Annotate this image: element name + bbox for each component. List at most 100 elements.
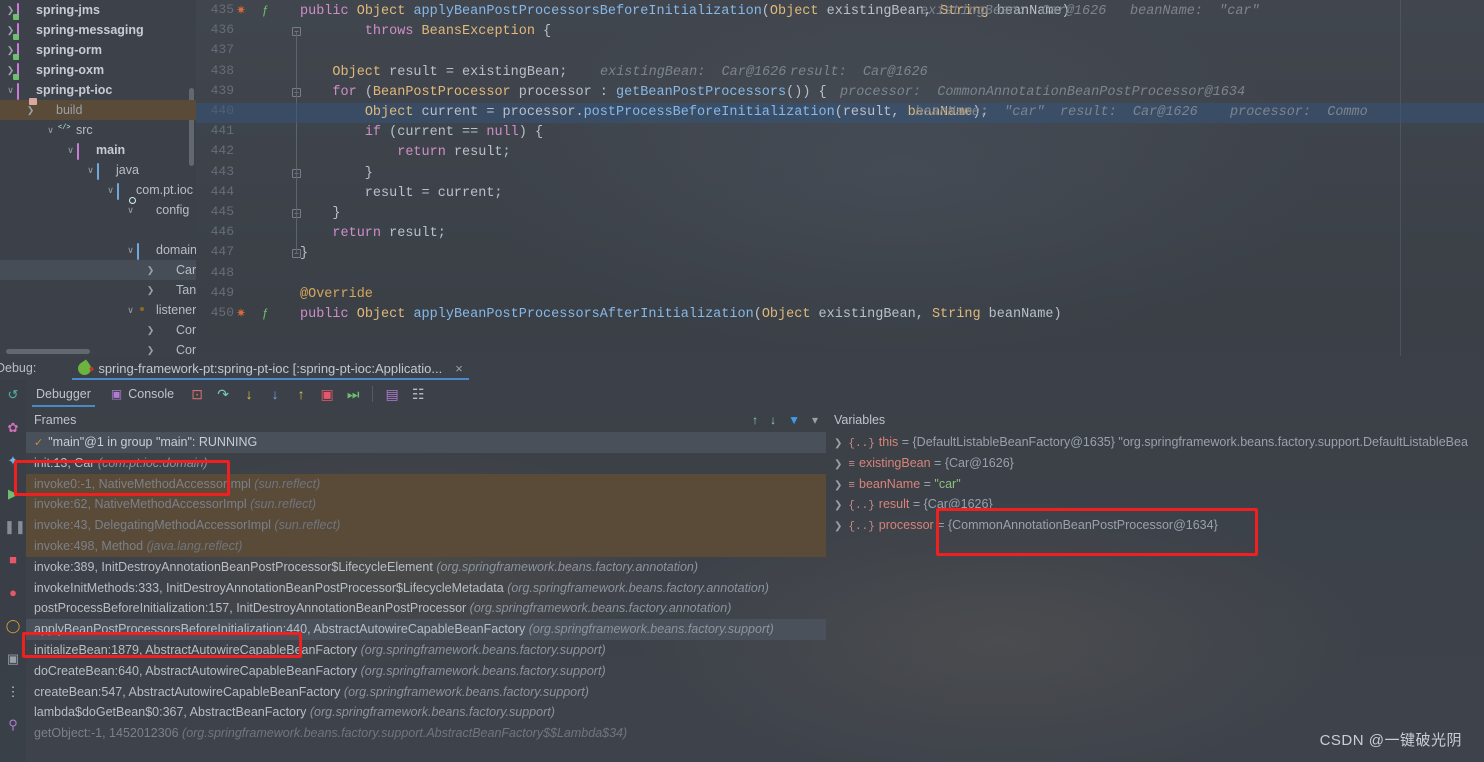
code-line[interactable]: }	[300, 204, 340, 224]
run-configuration-tab[interactable]: spring-framework-pt:spring-pt-ioc [:spri…	[72, 356, 469, 380]
tree-item-car[interactable]: ❯ Car	[0, 260, 196, 280]
close-icon[interactable]: ×	[455, 361, 463, 376]
variable-row[interactable]: ❯ ≡ existingBean = {Car@1626}	[826, 453, 1484, 474]
code-line[interactable]: return result;	[300, 224, 445, 244]
code-line[interactable]: }	[300, 244, 308, 264]
expression-icon[interactable]: ƒ	[262, 3, 269, 17]
chevron-right-icon[interactable]: ❯	[144, 345, 157, 356]
tree-item-src[interactable]: ∨ src	[0, 120, 196, 140]
evaluate-expression-icon[interactable]: ▤	[379, 380, 405, 408]
drop-frame-icon[interactable]: ▣	[314, 380, 340, 408]
frame-row[interactable]: initializeBean:1879, AbstractAutowireCap…	[26, 640, 826, 661]
run-to-cursor-icon[interactable]: ⏭	[340, 380, 366, 408]
chevron-down-icon[interactable]: ∨	[64, 145, 77, 156]
chevron-down-icon[interactable]: ∨	[84, 165, 97, 176]
resume-program-icon[interactable]: ▶	[4, 485, 22, 503]
variable-row[interactable]: ❯ {..} processor = {CommonAnnotationBeanPo…	[826, 515, 1484, 536]
code-line[interactable]: if (current == null) {	[300, 123, 543, 143]
code-editor[interactable]: 4354364374384394404414424434444454464474…	[196, 0, 1484, 356]
chevron-right-icon[interactable]: ❯	[834, 438, 842, 449]
tree-item-domain[interactable]: ∨ domain	[0, 240, 196, 260]
tree-item-tank[interactable]: ❯ Tank	[0, 280, 196, 300]
debug-bug-icon[interactable]: ✦	[4, 452, 22, 470]
tab-debugger[interactable]: Debugger	[26, 380, 101, 408]
frame-row[interactable]: invoke:43, DelegatingMethodAccessorImpl …	[26, 515, 826, 536]
frame-row[interactable]: doCreateBean:640, AbstractAutowireCapabl…	[26, 661, 826, 682]
tab-console[interactable]: ▣ Console	[101, 380, 184, 408]
chevron-down-icon[interactable]: ∨	[4, 85, 17, 96]
tree-item-com-pt-ioc[interactable]: ∨ com.pt.ioc	[0, 180, 196, 200]
tree-item-mainc[interactable]: MainC	[0, 220, 196, 240]
pause-program-icon[interactable]: ❚❚	[4, 518, 26, 536]
chevron-right-icon[interactable]: ❯	[834, 521, 842, 532]
more-options-icon[interactable]: ⋮	[4, 683, 22, 701]
tree-item-java[interactable]: ∨ java	[0, 160, 196, 180]
tree-item-contex[interactable]: ❯ Contex	[0, 340, 196, 356]
frame-row[interactable]: postProcessBeforeInitialization:157, Ini…	[26, 598, 826, 619]
thread-row[interactable]: ✓ "main"@1 in group "main": RUNNING	[26, 432, 826, 453]
frame-row[interactable]: invoke0:-1, NativeMethodAccessorImpl (su…	[26, 473, 826, 495]
code-line[interactable]: return result;	[300, 143, 510, 163]
debug-side-toolbar[interactable]: ↺ ✿ ✦ ▶ ❚❚ ■ ● ◯ ▣ ⋮ ⚲	[0, 380, 26, 762]
step-into-icon[interactable]: ↓	[236, 380, 262, 408]
chevron-right-icon[interactable]: ❯	[144, 265, 157, 276]
layout-settings-icon[interactable]: ☷	[405, 380, 431, 408]
tree-item-spring-oxm[interactable]: ❯ spring-oxm	[0, 60, 196, 80]
variable-row[interactable]: ❯ ≡ beanName = "car"	[826, 474, 1484, 495]
step-over-icon[interactable]: ↷	[210, 380, 236, 408]
code-line[interactable]: }	[300, 164, 373, 184]
chevron-down-icon[interactable]: ∨	[104, 185, 117, 196]
debugger-toolbar[interactable]: Debugger ▣ Console ⊡ ↷ ↓ ↓ ↑ ▣ ⏭ ▤ ☷	[26, 380, 1484, 408]
code-line[interactable]: Object result = existingBean;	[300, 63, 567, 83]
frames-list[interactable]: ✓ "main"@1 in group "main": RUNNING init:1…	[26, 432, 826, 744]
chevron-down-icon[interactable]: ∨	[124, 305, 137, 316]
chevron-down-icon[interactable]: ∨	[124, 245, 137, 256]
tree-item-spring-orm[interactable]: ❯ spring-orm	[0, 40, 196, 60]
run-method-icon[interactable]: ✷	[236, 306, 246, 320]
chevron-down-icon[interactable]: ∨	[124, 205, 137, 216]
editor-gutter[interactable]: 4354364374384394404414424434444454464474…	[196, 0, 301, 356]
view-breakpoints-icon[interactable]: ●	[4, 584, 22, 602]
variables-pane[interactable]: Variables ❯ {..} this = {DefaultListableBe…	[826, 408, 1484, 762]
frame-row[interactable]: invoke:62, NativeMethodAccessorImpl (sun…	[26, 494, 826, 516]
frames-pane[interactable]: Frames ↑ ↓ ▼ ▾ ✓ "main"@1 in group "main": R…	[26, 408, 826, 762]
variable-row[interactable]: ❯ {..} this = {DefaultListableBeanFactory@…	[826, 432, 1484, 453]
frame-row[interactable]: invoke:389, InitDestroyAnnotationBeanPos…	[26, 557, 826, 578]
chevron-right-icon[interactable]: ❯	[144, 325, 157, 336]
tree-item-spring-jms[interactable]: ❯ spring-jms	[0, 0, 196, 20]
frame-row[interactable]: applyBeanPostProcessorsBeforeInitializat…	[26, 619, 826, 640]
step-out-icon[interactable]: ↑	[288, 380, 314, 408]
filter-funnel-icon[interactable]: ▼	[788, 408, 800, 432]
frame-row[interactable]: init:13, Car (com.pt.ioc.domain)	[26, 453, 826, 474]
force-step-into-icon[interactable]: ↓	[262, 380, 288, 408]
frame-row[interactable]: invoke:498, Method (java.lang.reflect)	[26, 535, 826, 557]
project-tree-panel[interactable]: ❯ spring-jms ❯ spring-messaging ❯ spring-orm ❯…	[0, 0, 196, 356]
code-line[interactable]: @Override	[300, 285, 373, 305]
run-method-icon[interactable]: ✷	[236, 3, 246, 17]
tree-item-build[interactable]: ❯ build	[0, 100, 196, 120]
arrow-up-icon[interactable]: ↑	[752, 408, 758, 432]
variable-row[interactable]: ❯ {..} result = {Car@1626}	[826, 494, 1484, 515]
tree-item-listener[interactable]: ∨ listener	[0, 300, 196, 320]
frame-row[interactable]: lambda$doGetBean$0:367, AbstractBeanFact…	[26, 702, 826, 723]
tree-item-config[interactable]: ∨ config	[0, 200, 196, 220]
frames-toolbar[interactable]: ↑ ↓ ▼ ▾	[752, 408, 818, 432]
frame-row[interactable]: invokeInitMethods:333, InitDestroyAnnota…	[26, 578, 826, 599]
pin-tab-icon[interactable]: ⚲	[4, 716, 22, 734]
chevron-down-icon[interactable]: ▾	[812, 408, 818, 432]
rerun-icon[interactable]: ↺	[4, 386, 22, 404]
code-line[interactable]: throws BeansException {	[300, 22, 551, 42]
chevron-right-icon[interactable]: ❯	[24, 105, 37, 116]
frame-row[interactable]: createBean:547, AbstractAutowireCapableB…	[26, 682, 826, 703]
tree-item-spring-messaging[interactable]: ❯ spring-messaging	[0, 20, 196, 40]
code-line[interactable]: Object current = processor.postProcessBe…	[300, 103, 989, 123]
expression-icon[interactable]: ƒ	[262, 306, 269, 320]
settings-gear-icon[interactable]: ✿	[4, 419, 22, 437]
variables-list[interactable]: ❯ {..} this = {DefaultListableBeanFactory@…	[826, 432, 1484, 536]
code-content[interactable]: public Object applyBeanPostProcessorsBef…	[196, 0, 1484, 356]
chevron-down-icon[interactable]: ∨	[44, 125, 57, 136]
chevron-right-icon[interactable]: ❯	[834, 500, 842, 511]
tree-item-contex[interactable]: ❯ Contex	[0, 320, 196, 340]
chevron-right-icon[interactable]: ❯	[834, 480, 842, 491]
show-execution-point-icon[interactable]: ⊡	[184, 380, 210, 408]
